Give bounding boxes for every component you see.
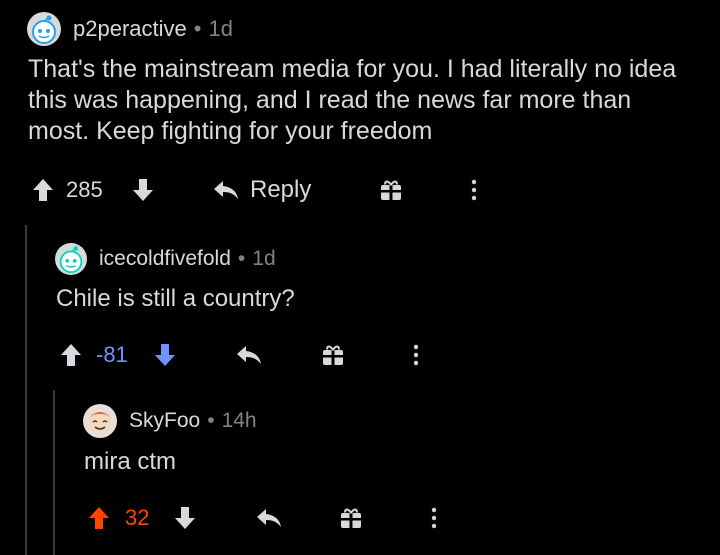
more-vertical-icon [413,344,419,366]
comment-3-meta: SkyFoo • 14h [83,404,257,438]
upvote-button[interactable] [84,503,114,533]
more-vertical-icon [471,179,477,201]
reply-arrow-icon [237,346,261,364]
reply-button[interactable] [254,503,284,533]
comment-3-body: mira ctm [84,448,176,475]
reply-button[interactable]: Reply [212,175,311,205]
comment-2-age: 1d [252,247,276,270]
comment-3-age: 14h [221,409,257,432]
comment-2: icecoldfivefold • 1d Chile is still a co… [0,225,720,385]
comment-2-body: Chile is still a country? [56,285,295,312]
upvote-button[interactable] [28,175,58,205]
custom-avatar-icon[interactable] [83,404,117,438]
more-options-button[interactable] [462,175,486,205]
comment-3-separator: • [207,409,215,432]
arrow-down-icon [155,344,175,366]
arrow-down-icon [175,507,195,529]
snoo-avatar-icon[interactable] [55,243,87,275]
downvote-button[interactable] [150,340,180,370]
comment-3-actions: 32 [0,503,720,533]
comment-2-separator: • [237,247,246,270]
downvote-button[interactable] [128,175,158,205]
comment-1-username[interactable]: p2peractive [73,16,187,42]
reply-arrow-icon [214,181,238,199]
upvote-button[interactable] [56,340,86,370]
more-options-button[interactable] [404,340,428,370]
award-button[interactable] [318,340,348,370]
more-options-button[interactable] [422,503,446,533]
arrow-up-icon [89,507,109,529]
comment-2-username[interactable]: icecoldfivefold [99,247,231,271]
comment-1-body: That's the mainstream media for you. I h… [28,55,677,145]
arrow-down-icon [133,179,153,201]
comment-2-meta: icecoldfivefold • 1d [55,242,276,276]
comment-3-score: 32 [125,505,150,530]
comment-1-age: 1d [208,16,233,41]
reply-label: Reply [250,176,312,203]
gift-icon [381,180,401,200]
arrow-up-icon [61,344,81,366]
downvote-button[interactable] [170,503,200,533]
comment-2-score: -81 [96,342,128,367]
award-button[interactable] [336,503,366,533]
comment-1: p2peractive • 1d That's the mainstream m… [0,0,720,220]
comment-3: SkyFoo • 14h mira ctm 32 [0,390,720,555]
reply-button[interactable] [234,340,264,370]
gift-icon [323,345,343,365]
comment-3-username[interactable]: SkyFoo [129,409,200,433]
reply-arrow-icon [257,509,281,527]
more-vertical-icon [431,507,437,529]
comment-1-actions: 285 Reply [0,175,720,205]
comment-2-actions: -81 [0,340,720,370]
snoo-avatar-icon[interactable] [27,12,61,46]
comment-1-meta: p2peractive • 1d [27,12,233,46]
comment-1-separator: • [193,16,202,41]
award-button[interactable] [376,175,406,205]
gift-icon [341,508,361,528]
arrow-up-icon [33,179,53,201]
comment-1-score: 285 [66,177,103,202]
